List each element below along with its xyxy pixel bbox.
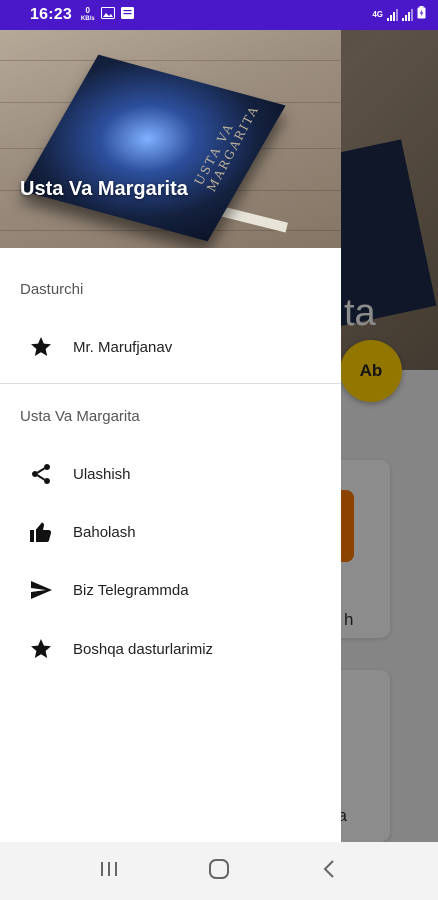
wifi-signal-icon: [387, 9, 398, 21]
network-speed-indicator: 0 KB/s: [81, 7, 95, 23]
section-label-app: Usta Va Margarita: [20, 408, 140, 425]
status-time: 16:23: [30, 6, 72, 23]
drawer-item-share[interactable]: Ulashish: [0, 449, 341, 499]
send-icon: [28, 577, 54, 603]
battery-icon: [417, 6, 426, 24]
network-type-label: 4G: [372, 10, 383, 19]
drawer-header-title: Usta Va Margarita: [20, 178, 188, 200]
back-icon: [322, 859, 336, 884]
drawer-item-label: Mr. Marufjanav: [73, 338, 173, 356]
section-label-developer: Dasturchi: [20, 281, 84, 298]
status-system-icons: 4G: [372, 6, 426, 24]
recent-apps-icon: [99, 860, 119, 883]
thumb-up-icon: [28, 519, 54, 545]
navigation-drawer: USTA VA MARGARITA Usta Va Margarita Dast…: [0, 30, 341, 842]
section-divider: [0, 383, 341, 384]
drawer-header: USTA VA MARGARITA Usta Va Margarita: [0, 30, 341, 248]
fab-button: Ab: [340, 340, 402, 402]
back-button[interactable]: [309, 851, 349, 891]
star-icon: [28, 636, 54, 662]
status-notifications: 0 KB/s: [81, 6, 134, 24]
system-navigation-bar: [0, 842, 438, 900]
network-speed-value: 0: [85, 6, 90, 15]
drawer-item-rate[interactable]: Baholash: [0, 507, 341, 557]
drawer-item-label: Biz Telegrammda: [73, 581, 189, 599]
status-bar: 16:23 0 KB/s 4G: [0, 0, 438, 30]
drawer-item-label: Baholash: [73, 523, 136, 541]
message-icon: [120, 6, 134, 24]
drawer-item-label: Ulashish: [73, 465, 131, 483]
drawer-item-other-apps[interactable]: Boshqa dasturlarimiz: [0, 624, 341, 674]
recent-apps-button[interactable]: [89, 851, 129, 891]
drawer-item-telegram[interactable]: Biz Telegrammda: [0, 565, 341, 615]
gallery-icon: [100, 6, 115, 24]
drawer-item-developer[interactable]: Mr. Marufjanav: [0, 322, 341, 372]
drawer-item-label: Boshqa dasturlarimiz: [73, 640, 214, 658]
home-icon: [208, 858, 230, 885]
cell-signal-icon: [402, 9, 413, 21]
home-button[interactable]: [199, 851, 239, 891]
network-speed-unit: KB/s: [80, 16, 95, 22]
star-icon: [28, 334, 54, 360]
share-icon: [28, 461, 54, 487]
